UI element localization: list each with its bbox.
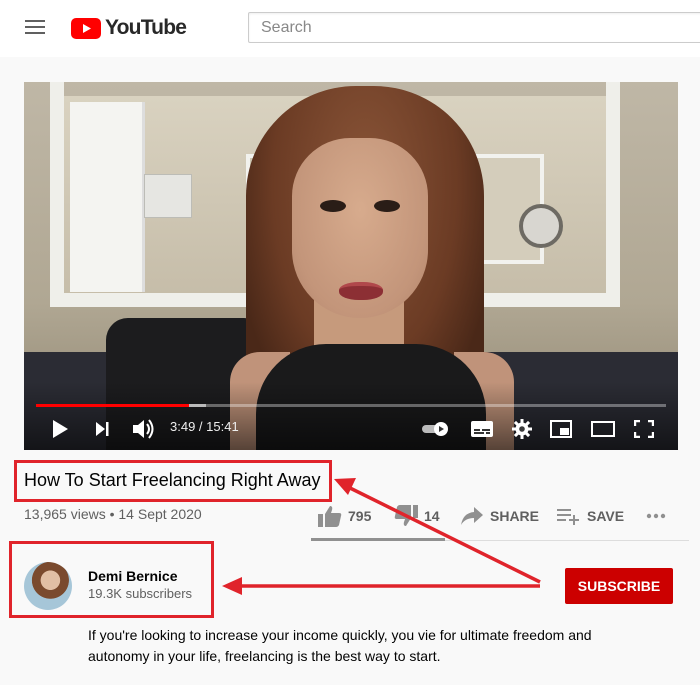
settings-button[interactable] bbox=[510, 416, 534, 442]
time-display: 3:49 / 15:41 bbox=[170, 419, 239, 434]
subtitles-icon bbox=[471, 421, 493, 437]
youtube-logo[interactable]: YouTube bbox=[71, 14, 187, 42]
search-input[interactable] bbox=[248, 12, 700, 43]
video-frame-eye-left bbox=[320, 200, 346, 212]
video-title: How To Start Freelancing Right Away bbox=[24, 470, 321, 490]
subtitles-button[interactable] bbox=[470, 416, 494, 442]
video-description: If you're looking to increase your incom… bbox=[88, 627, 592, 664]
sentiment-bar bbox=[311, 538, 445, 541]
volume-icon bbox=[133, 419, 154, 439]
save-label: SAVE bbox=[587, 508, 625, 524]
share-icon bbox=[461, 507, 483, 525]
miniplayer-button[interactable] bbox=[548, 416, 574, 442]
gear-icon bbox=[512, 419, 532, 439]
progress-played bbox=[36, 404, 190, 407]
more-actions-button[interactable] bbox=[646, 505, 666, 527]
video-frame-eye-right bbox=[374, 200, 400, 212]
share-label: SHARE bbox=[490, 508, 540, 524]
mute-button[interactable] bbox=[130, 416, 156, 442]
controls-gradient bbox=[24, 382, 678, 450]
like-button[interactable]: 795 bbox=[318, 505, 371, 527]
play-icon bbox=[53, 420, 68, 438]
dislike-button[interactable]: 14 bbox=[394, 505, 440, 527]
play-button[interactable] bbox=[48, 416, 72, 442]
arrow-head-channel bbox=[222, 577, 242, 595]
top-header: YouTube bbox=[0, 0, 700, 57]
autoplay-toggle[interactable] bbox=[420, 416, 452, 442]
view-count-and-date: 13,965 views • 14 Sept 2020 bbox=[24, 506, 202, 522]
more-horizontal-icon bbox=[646, 513, 666, 519]
fullscreen-button[interactable] bbox=[632, 416, 656, 442]
autoplay-toggle-icon bbox=[422, 422, 448, 436]
subscribe-button[interactable]: SUBSCRIBE bbox=[565, 568, 673, 604]
playlist-add-icon bbox=[557, 509, 579, 525]
like-count: 795 bbox=[348, 508, 372, 524]
next-button[interactable] bbox=[90, 416, 114, 442]
subscriber-count: 19.3K subscribers bbox=[88, 586, 193, 601]
thumbs-down-icon bbox=[394, 505, 418, 526]
thumbs-up-icon bbox=[318, 506, 342, 527]
arrow-head-title bbox=[334, 478, 356, 495]
video-frame-mouth bbox=[339, 282, 383, 300]
theater-mode-icon bbox=[591, 421, 615, 437]
miniplayer-icon bbox=[550, 420, 572, 438]
youtube-play-logo-icon bbox=[71, 17, 101, 39]
dislike-count: 14 bbox=[424, 508, 440, 524]
save-button[interactable]: SAVE bbox=[557, 505, 624, 527]
channel-avatar[interactable] bbox=[24, 562, 72, 610]
skip-next-icon bbox=[96, 422, 109, 436]
arrow-to-title bbox=[349, 486, 541, 584]
video-player[interactable]: 3:49 / 15:41 bbox=[24, 82, 678, 450]
progress-bar[interactable] bbox=[36, 404, 666, 407]
share-button[interactable]: SHARE bbox=[460, 505, 539, 527]
fullscreen-icon bbox=[634, 420, 654, 438]
theater-mode-button[interactable] bbox=[589, 416, 617, 442]
logo-text: YouTube bbox=[105, 16, 187, 39]
channel-name[interactable]: Demi Bernice bbox=[88, 568, 177, 584]
hamburger-menu-icon[interactable] bbox=[25, 17, 47, 37]
